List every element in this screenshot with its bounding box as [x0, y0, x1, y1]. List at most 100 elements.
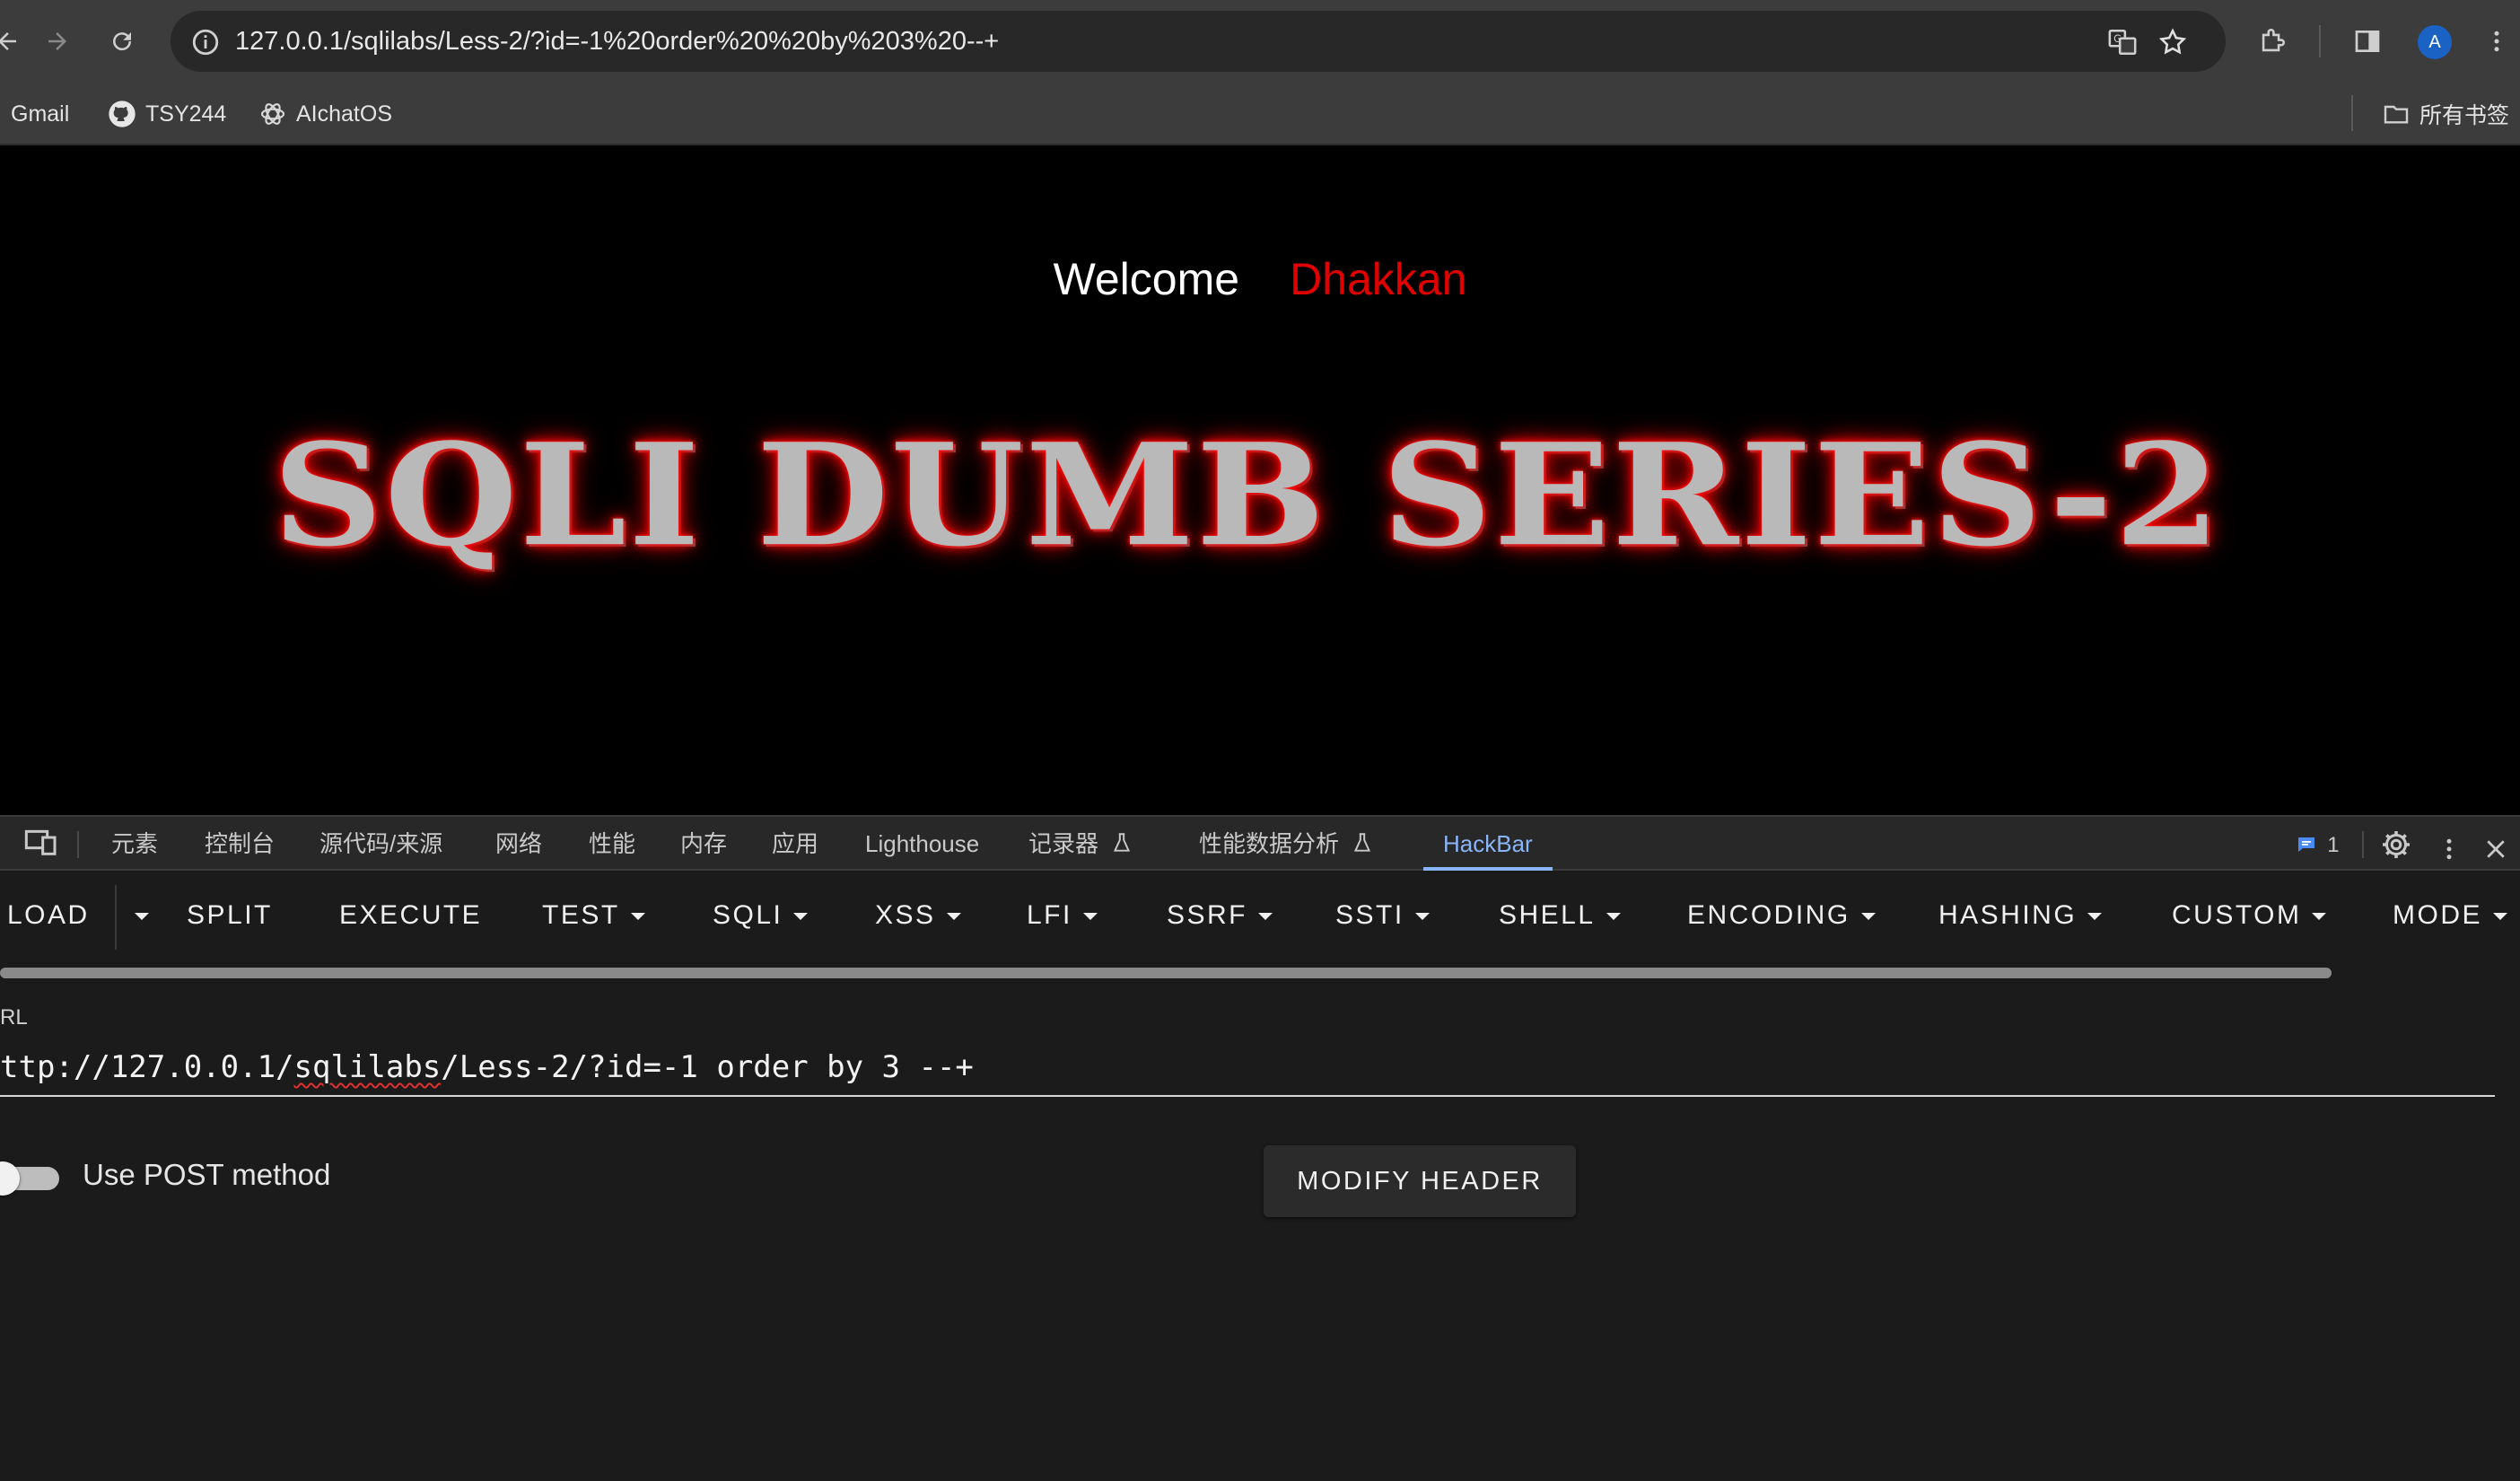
side-panel-button[interactable] [2348, 22, 2387, 61]
kebab-menu-icon [2494, 31, 2499, 52]
chevron-down-icon [1082, 913, 1098, 921]
devtools-tabbar: 元素 控制台 源代码/来源 网络 性能 内存 应用 Lighthouse 记录器… [0, 815, 2520, 871]
svg-text:G: G [2113, 32, 2122, 45]
encoding-menu-label: ENCODING [1687, 900, 1851, 930]
profile-avatar[interactable]: A [2418, 25, 2452, 59]
bookmarks-bar: Gmail TSY244 AIchatOS 所有书签 [0, 83, 2520, 145]
toolbar-divider [2319, 25, 2321, 57]
menu-divider [115, 885, 117, 950]
browser-toolbar: 127.0.0.1/sqlilabs/Less-2/?id=-1%20order… [0, 0, 2520, 83]
split-button[interactable]: SPLIT [187, 871, 273, 960]
chevron-down-icon [2493, 913, 2507, 921]
load-button[interactable]: LOAD [7, 871, 90, 960]
url-field-label: RL [0, 1005, 28, 1030]
execute-button[interactable]: EXECUTE [339, 871, 482, 960]
welcome-text: Welcome [1053, 254, 1240, 304]
device-toolbar-button[interactable] [23, 824, 59, 878]
github-icon [109, 101, 136, 127]
all-bookmarks-label: 所有书签 [2419, 103, 2510, 128]
bookmarks-divider [2351, 95, 2353, 131]
tab-application[interactable]: 应用 [772, 817, 818, 871]
tab-lighthouse[interactable]: Lighthouse [865, 817, 979, 871]
tab-console[interactable]: 控制台 [205, 817, 275, 871]
issues-counter[interactable]: 1 [2296, 817, 2340, 871]
bookmark-label: AIchatOS [296, 101, 392, 127]
bookmark-label: Gmail [11, 101, 70, 127]
url-suffix: /Less-2/?id=-1 order by 3 --+ [441, 1049, 974, 1085]
bookmark-label: TSY244 [145, 101, 227, 127]
close-icon [2487, 840, 2505, 858]
test-menu-label: TEST [542, 900, 620, 930]
all-bookmarks-button[interactable]: 所有书签 [2382, 83, 2509, 145]
puzzle-icon [2262, 29, 2285, 52]
bookmark-aichatos[interactable]: AIchatOS [258, 83, 392, 145]
browser-menu-button[interactable] [2477, 22, 2516, 61]
url-spellcheck-word: sqlilabs [293, 1049, 442, 1085]
kebab-menu-icon [2446, 838, 2452, 860]
chevron-down-icon [1860, 913, 1876, 921]
shell-menu[interactable]: SHELL [1499, 871, 1621, 960]
bookmark-gmail[interactable]: Gmail [0, 83, 69, 145]
star-icon[interactable] [2157, 27, 2188, 57]
test-menu[interactable]: TEST [542, 871, 645, 960]
chevron-down-icon [946, 913, 961, 921]
translate-icon[interactable]: G [2107, 27, 2138, 57]
menu-scrollbar[interactable] [0, 968, 2332, 978]
side-panel-icon [2355, 31, 2380, 52]
arrow-right-icon [48, 32, 66, 50]
chevron-down-icon [1606, 913, 1621, 921]
ssti-menu[interactable]: SSTI [1335, 871, 1430, 960]
shell-menu-label: SHELL [1499, 900, 1596, 930]
user-name: Dhakkan [1290, 254, 1467, 304]
xss-menu[interactable]: XSS [875, 871, 961, 960]
openai-icon [260, 103, 285, 125]
ssrf-menu[interactable]: SSRF [1167, 871, 1273, 960]
tab-memory[interactable]: 内存 [680, 817, 727, 871]
xss-menu-label: XSS [875, 900, 936, 930]
tab-performance-insights-label: 性能数据分析 [1199, 830, 1340, 857]
tab-hackbar[interactable]: HackBar [1443, 817, 1533, 871]
reload-button[interactable] [101, 20, 144, 63]
hackbar-url-input[interactable]: ttp://127.0.0.1/sqlilabs/Less-2/?id=-1 o… [0, 1038, 2495, 1097]
tab-network[interactable]: 网络 [495, 817, 542, 871]
sqli-menu-label: SQLI [713, 900, 783, 930]
browser-window: 127.0.0.1/sqlilabs/Less-2/?id=-1%20order… [0, 0, 2520, 1481]
modify-header-button[interactable]: MODIFY HEADER [1264, 1145, 1576, 1217]
address-bar[interactable]: 127.0.0.1/sqlilabs/Less-2/?id=-1%20order… [171, 11, 2226, 72]
hackbar-menu: LOAD SPLIT EXECUTE TEST SQLI XSS LFI SSR… [0, 871, 2520, 960]
hashing-menu-label: HASHING [1938, 900, 2078, 930]
back-button[interactable] [0, 20, 29, 63]
post-method-toggle[interactable] [0, 1161, 61, 1196]
tab-performance[interactable]: 性能 [589, 817, 635, 871]
flask-icon [1114, 833, 1131, 852]
encoding-menu[interactable]: ENCODING [1687, 871, 1876, 960]
load-dropdown-button[interactable] [124, 871, 149, 960]
lfi-menu[interactable]: LFI [1027, 871, 1098, 960]
ssrf-menu-label: SSRF [1167, 900, 1248, 930]
custom-menu-label: CUSTOM [2172, 900, 2302, 930]
flask-icon [1354, 833, 1371, 852]
tab-recorder[interactable]: 记录器 [1028, 817, 1133, 871]
mode-menu-label: MODE [2393, 900, 2482, 930]
hashing-menu[interactable]: HASHING [1938, 871, 2103, 960]
tabbar-divider [2362, 831, 2364, 858]
sqli-menu[interactable]: SQLI [713, 871, 809, 960]
welcome-line: Welcome Dhakkan [0, 253, 2520, 305]
chevron-down-icon [1414, 913, 1430, 921]
tab-sources[interactable]: 源代码/来源 [319, 817, 442, 871]
address-text[interactable]: 127.0.0.1/sqlilabs/Less-2/?id=-1%20order… [235, 11, 999, 72]
forward-button[interactable] [36, 20, 79, 63]
chevron-down-icon [793, 913, 809, 921]
chevron-down-icon [1258, 913, 1273, 921]
site-info-icon[interactable] [190, 27, 221, 57]
lfi-menu-label: LFI [1027, 900, 1072, 930]
extensions-button[interactable] [2253, 22, 2292, 61]
message-icon [2298, 837, 2314, 852]
custom-menu[interactable]: CUSTOM [2172, 871, 2327, 960]
tab-elements[interactable]: 元素 [111, 817, 158, 871]
tab-performance-insights[interactable]: 性能数据分析 [1199, 817, 1374, 871]
post-method-label: Use POST method [83, 1158, 331, 1191]
bookmark-tsy244[interactable]: TSY244 [108, 83, 226, 145]
mode-menu[interactable]: MODE [2393, 871, 2507, 960]
page-content: Welcome Dhakkan SQLI DUMB SERIES-2 [0, 145, 2520, 815]
